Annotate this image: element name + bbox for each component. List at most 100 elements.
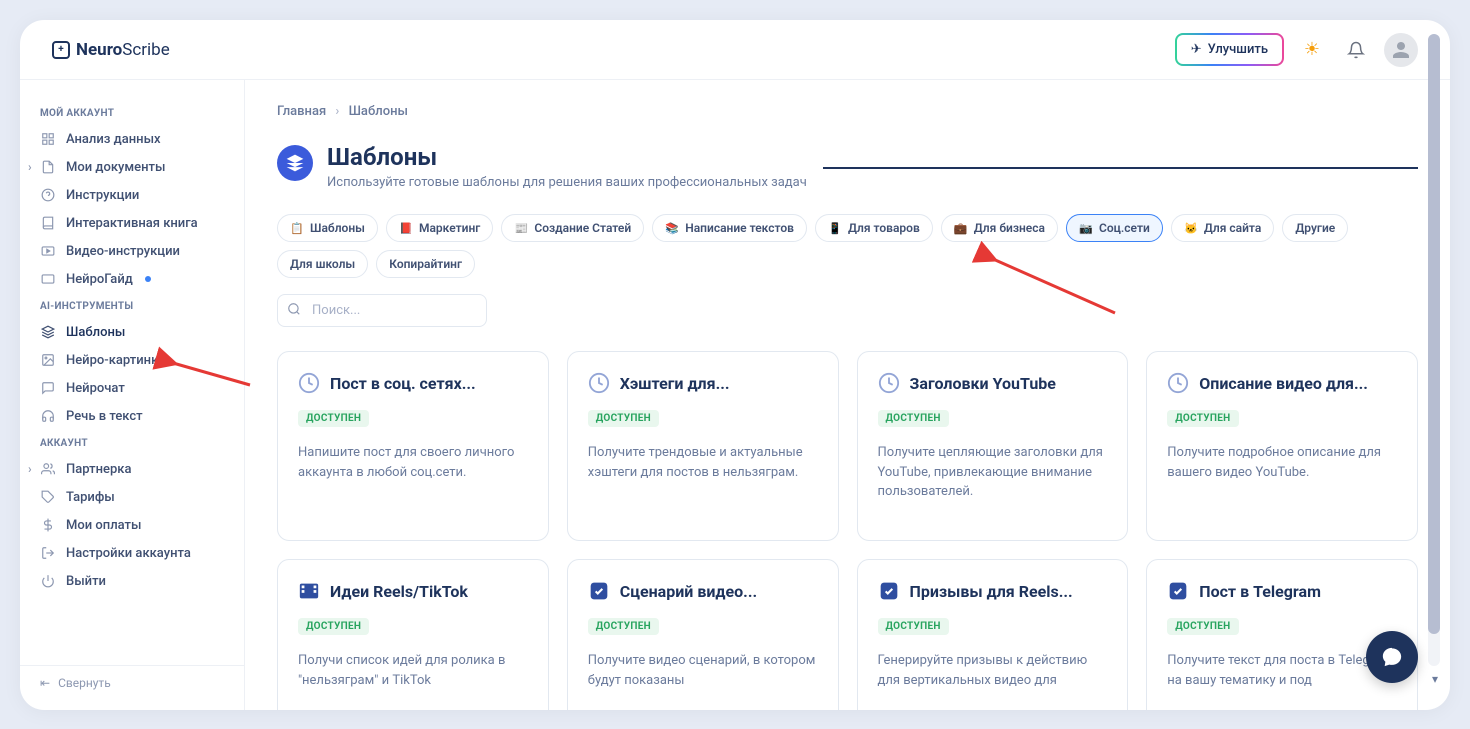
filter-chip[interactable]: Копирайтинг — [376, 250, 475, 278]
collapse-icon: ⇤ — [40, 676, 50, 690]
collapse-button[interactable]: ⇤ Свернуть — [20, 665, 244, 700]
sidebar-item[interactable]: Инструкции — [20, 181, 244, 209]
card-description: Получите подробное описание для вашего в… — [1167, 443, 1397, 482]
template-card[interactable]: Пост в соц. сетях...ДОСТУПЕННапишите пос… — [277, 351, 549, 541]
clock-icon — [878, 372, 900, 394]
main-content: Главная › Шаблоны Шаблоны Используйте го… — [245, 80, 1450, 710]
theme-toggle-icon[interactable]: ☀ — [1296, 34, 1328, 66]
sidebar-item[interactable]: Шаблоны — [20, 318, 244, 346]
breadcrumb-current: Шаблоны — [349, 104, 408, 119]
sidebar-item-label: Мои документы — [66, 160, 165, 175]
template-card[interactable]: Идеи Reels/TikTokДОСТУПЕНПолучи список и… — [277, 559, 549, 710]
template-card[interactable]: Сценарий видео... ДОСТУПЕН Получите видео … — [567, 559, 839, 710]
search-box — [277, 294, 487, 327]
filter-chip[interactable]: 📚Написание текстов — [652, 214, 807, 242]
sidebar-item[interactable]: Интерактивная книга — [20, 209, 244, 237]
chat-bubble-button[interactable] — [1366, 631, 1418, 683]
chat-icon — [40, 380, 56, 396]
filter-chip[interactable]: 📱Для товаров — [815, 214, 933, 242]
filter-row: 📋Шаблоны 📕Маркетинг 📰Создание Статей 📚Напис… — [277, 214, 1418, 278]
filter-chip[interactable]: 📷Соц.сети — [1066, 214, 1163, 242]
sidebar-section-header: МОЙ АККАУНТ — [20, 100, 244, 125]
sidebar-item-label: Интерактивная книга — [66, 216, 198, 231]
card-title: Пост в Telegram — [1199, 582, 1321, 601]
logo[interactable]: + NeuroScribe — [52, 40, 170, 60]
chevron-down-icon[interactable]: ▾ — [1432, 672, 1438, 686]
card-description: Получите видео сценарий, в котором будут… — [588, 651, 818, 690]
sparkle-icon — [40, 271, 56, 287]
sidebar-item-label: Анализ данных — [66, 132, 161, 147]
page-subtitle: Используйте готовые шаблоны для решения … — [327, 175, 807, 190]
sidebar-item-label: Настройки аккаунта — [66, 546, 191, 561]
card-title: Заголовки YouTube — [910, 374, 1056, 393]
chip-label: Написание текстов — [685, 221, 794, 235]
check-icon — [878, 580, 900, 602]
dot-indicator — [145, 276, 151, 282]
sidebar-item[interactable]: Нейро-картинки — [20, 346, 244, 374]
sidebar-item[interactable]: Речь в текст — [20, 402, 244, 430]
sidebar-item-label: Тарифы — [66, 490, 115, 505]
clock-icon — [588, 372, 610, 394]
sidebar-item-label: Партнерка — [66, 462, 131, 477]
topbar-actions: ✈ Улучшить ☀ — [1175, 33, 1418, 67]
filter-chip[interactable]: 📕Маркетинг — [386, 214, 493, 242]
sidebar-item[interactable]: Видео-инструкции — [20, 237, 244, 265]
clock-icon — [298, 372, 320, 394]
logo-icon: + — [52, 41, 70, 59]
sidebar-item[interactable]: Мои оплаты — [20, 511, 244, 539]
doc-icon — [40, 159, 56, 175]
search-icon — [287, 302, 301, 320]
improve-label: Улучшить — [1208, 42, 1268, 57]
chip-icon: 🐱 — [1184, 221, 1198, 235]
chip-label: Соц.сети — [1099, 221, 1150, 235]
chip-icon: 💼 — [954, 221, 968, 235]
sidebar-item[interactable]: Мои документы — [20, 153, 244, 181]
title-divider — [823, 167, 1418, 169]
sidebar-item[interactable]: Настройки аккаунта — [20, 539, 244, 567]
mic-icon — [40, 408, 56, 424]
layers-icon — [40, 324, 56, 340]
filter-chip[interactable]: Для школы — [277, 250, 368, 278]
template-card[interactable]: Хэштеги для...ДОСТУПЕНПолучите трендовые… — [567, 351, 839, 541]
filter-chip[interactable]: 🐱Для сайта — [1171, 214, 1275, 242]
sidebar-item[interactable]: НейроГайд — [20, 265, 244, 293]
breadcrumb-home[interactable]: Главная — [277, 104, 326, 119]
sidebar-item-label: Выйти — [66, 574, 106, 589]
avatar[interactable] — [1384, 33, 1418, 67]
status-badge: ДОСТУПЕН — [1167, 618, 1238, 635]
page-title: Шаблоны — [327, 143, 807, 171]
filter-chip[interactable]: 💼Для бизнеса — [941, 214, 1058, 242]
grid-icon — [40, 131, 56, 147]
filter-chip[interactable]: Другие — [1282, 214, 1348, 242]
sidebar-item-label: НейроГайд — [66, 272, 133, 287]
scrollbar-track[interactable] — [1428, 34, 1440, 666]
card-description: Получите цепляющие заголовки для YouTube… — [878, 443, 1108, 502]
status-badge: ДОСТУПЕН — [588, 618, 659, 635]
scrollbar-thumb[interactable] — [1428, 34, 1440, 634]
sidebar-item-label: Речь в текст — [66, 409, 143, 424]
improve-button[interactable]: ✈ Улучшить — [1175, 33, 1284, 66]
filter-chip[interactable]: 📋Шаблоны — [277, 214, 378, 242]
status-badge: ДОСТУПЕН — [588, 410, 659, 427]
sidebar-item-label: Видео-инструкции — [66, 244, 180, 259]
book-icon — [40, 215, 56, 231]
chip-label: Для товаров — [848, 221, 920, 235]
sidebar-item[interactable]: Тарифы — [20, 483, 244, 511]
sidebar-item[interactable]: Нейрочат — [20, 374, 244, 402]
template-card[interactable]: Заголовки YouTubeДОСТУПЕНПолучите цепляю… — [857, 351, 1129, 541]
sidebar-item[interactable]: Выйти — [20, 567, 244, 595]
search-input[interactable] — [277, 294, 487, 327]
template-card[interactable]: Призывы для Reels...ДОСТУПЕНГенерируйте … — [857, 559, 1129, 710]
bell-icon[interactable] — [1340, 34, 1372, 66]
card-title: Идеи Reels/TikTok — [330, 582, 468, 601]
filter-chip[interactable]: 📰Создание Статей — [501, 214, 644, 242]
sidebar-item-label: Нейро-картинки — [66, 353, 166, 368]
sidebar: МОЙ АККАУНТ Анализ данных Мои документы Инс… — [20, 80, 245, 710]
sidebar-item[interactable]: Партнерка — [20, 455, 244, 483]
check-icon — [1167, 580, 1189, 602]
template-card[interactable]: Описание видео для...ДОСТУПЕНПолучите по… — [1146, 351, 1418, 541]
sidebar-section-header: AI-ИНСТРУМЕНТЫ — [20, 293, 244, 318]
chip-icon: 📕 — [399, 221, 413, 235]
sidebar-item[interactable]: Анализ данных — [20, 125, 244, 153]
card-title: Сценарий видео... — [620, 582, 757, 601]
